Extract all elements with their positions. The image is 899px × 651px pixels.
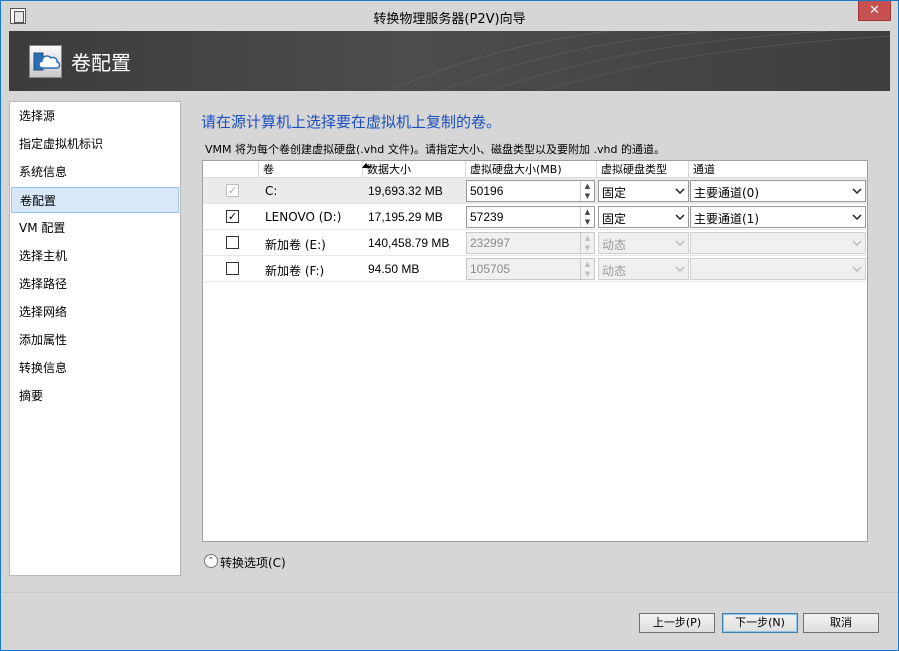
vhd-size-stepper[interactable]: 50196 ▲ ▼ [466,180,595,202]
table-row[interactable]: 新加卷 (E:) 140,458.79 MB 232997 ▲ ▼ 动态 [203,230,867,256]
next-button[interactable]: 下一步(N) [722,613,798,633]
chevron-down-icon [675,214,685,221]
channel-select[interactable]: 主要通道(0) [690,180,866,202]
wizard-window: 转换物理服务器(P2V)向导 ✕ 卷配置 选择源 指定虚拟机标识 系统信息 卷配… [0,0,899,651]
chevron-down-icon [675,240,685,247]
chevron-up-icon[interactable]: ⌃ [204,554,218,568]
vhd-size-value: 57239 [470,210,504,224]
vhd-type-value: 动态 [602,264,627,278]
grid-header: 卷 数据大小 虚拟硬盘大小(MB) 虚拟硬盘类型 通道 [203,161,867,178]
data-size: 19,693.32 MB [368,184,443,198]
channel-select [690,232,866,254]
column-header-checkbox[interactable] [203,161,259,178]
vhd-size-value: 232997 [470,236,511,250]
vhd-type-select: 动态 [598,232,689,254]
row-checkbox[interactable] [226,236,239,249]
vhd-size-spin-buttons: ▲ ▼ [580,259,594,279]
data-size: 94.50 MB [368,262,420,276]
vhd-size-value: 105705 [470,262,511,276]
channel-value: 主要通道(0) [694,186,759,200]
nav-item-select-source[interactable]: 选择源 [11,103,179,129]
header-background-pattern [388,31,890,91]
row-checkbox[interactable]: ✓ [226,210,239,223]
page-title: 卷配置 [71,51,131,75]
volume-name: 新加卷 (E:) [265,238,326,252]
vhd-size-spin-buttons[interactable]: ▲ ▼ [580,207,594,227]
nav-item-select-network[interactable]: 选择网络 [11,299,179,325]
vhd-type-select: 动态 [598,258,689,280]
nav-item-volume-config[interactable]: 卷配置 [11,187,179,213]
close-button[interactable]: ✕ [858,1,891,21]
vhd-type-select[interactable]: 固定 [598,206,689,228]
row-checkbox[interactable] [226,262,239,275]
section-heading: 请在源计算机上选择要在虚拟机上复制的卷。 [201,113,502,131]
vhd-size-spin-buttons[interactable]: ▲ ▼ [580,181,594,201]
column-header-vhd-size[interactable]: 虚拟硬盘大小(MB) [466,161,597,178]
chevron-down-icon [852,266,862,273]
column-header-volume[interactable]: 卷 [259,161,370,178]
column-header-data-size[interactable]: 数据大小 [363,161,466,178]
data-size: 17,195.29 MB [368,210,443,224]
spin-down-icon[interactable]: ▼ [581,191,594,201]
vhd-size-stepper: 105705 ▲ ▼ [466,258,595,280]
spin-down-icon[interactable]: ▼ [581,217,594,227]
vhd-size-stepper: 232997 ▲ ▼ [466,232,595,254]
back-button[interactable]: 上一步(P) [639,613,715,633]
chevron-down-icon [852,240,862,247]
vhd-size-stepper[interactable]: 57239 ▲ ▼ [466,206,595,228]
row-checkbox[interactable]: ✓ [226,184,239,197]
column-header-vhd-type[interactable]: 虚拟硬盘类型 [597,161,689,178]
vhd-size-value: 50196 [470,184,504,198]
channel-select [690,258,866,280]
spin-up-icon[interactable]: ▲ [581,181,594,191]
cancel-button[interactable]: 取消 [803,613,879,633]
spin-down-icon: ▼ [584,270,591,278]
nav-item-conversion-info[interactable]: 转换信息 [11,355,179,381]
table-row[interactable]: ✓ C: 19,693.32 MB 50196 ▲ ▼ 固定 主要通道(0) [203,178,867,204]
check-icon: ✓ [227,184,238,197]
channel-select[interactable]: 主要通道(1) [690,206,866,228]
nav-item-select-path[interactable]: 选择路径 [11,271,179,297]
nav-item-system-info[interactable]: 系统信息 [11,159,179,185]
vhd-size-spin-buttons: ▲ ▼ [580,233,594,253]
table-row[interactable]: 新加卷 (F:) 94.50 MB 105705 ▲ ▼ 动态 [203,256,867,282]
volume-name: LENOVO (D:) [265,210,342,224]
vhd-type-value: 固定 [602,186,627,200]
vhd-type-value: 固定 [602,212,627,226]
check-icon: ✓ [227,210,238,223]
spin-up-icon: ▲ [584,234,591,242]
chevron-down-icon [852,214,862,221]
title-bar: 转换物理服务器(P2V)向导 ✕ [1,1,898,31]
volume-grid: 卷 数据大小 虚拟硬盘大小(MB) 虚拟硬盘类型 通道 ✓ C: 19,693.… [202,160,868,542]
page-header: 卷配置 [9,31,890,91]
vhd-type-value: 动态 [602,238,627,252]
column-header-volume-label: 卷 [263,163,274,176]
section-description: VMM 将为每个卷创建虚拟硬盘(.vhd 文件)。请指定大小、磁盘类型以及要附加… [205,143,665,156]
chevron-down-icon [675,266,685,273]
nav-item-select-host[interactable]: 选择主机 [11,243,179,269]
table-row[interactable]: ✓ LENOVO (D:) 17,195.29 MB 57239 ▲ ▼ 固定 … [203,204,867,230]
volume-name: 新加卷 (F:) [265,264,325,278]
window-title: 转换物理服务器(P2V)向导 [373,12,526,27]
conversion-options-expander[interactable]: ⌃ 转换选项(C) [204,554,304,570]
nav-item-add-properties[interactable]: 添加属性 [11,327,179,353]
spin-up-icon: ▲ [584,260,591,268]
chevron-down-icon [675,188,685,195]
nav-item-summary[interactable]: 摘要 [11,383,179,409]
nav-item-vm-identity[interactable]: 指定虚拟机标识 [11,131,179,157]
channel-value: 主要通道(1) [694,212,759,226]
spin-up-icon[interactable]: ▲ [581,207,594,217]
data-size: 140,458.79 MB [368,236,450,250]
column-header-channel[interactable]: 通道 [689,161,867,178]
wizard-nav: 选择源 指定虚拟机标识 系统信息 卷配置 VM 配置 选择主机 选择路径 选择网… [9,101,181,576]
conversion-options-label[interactable]: 转换选项(C) [220,554,286,571]
vhd-type-select[interactable]: 固定 [598,180,689,202]
cloud-server-icon [29,45,62,78]
chevron-down-icon [852,188,862,195]
spin-down-icon: ▼ [584,244,591,252]
volume-name: C: [265,184,278,198]
nav-item-vm-config[interactable]: VM 配置 [11,215,179,241]
